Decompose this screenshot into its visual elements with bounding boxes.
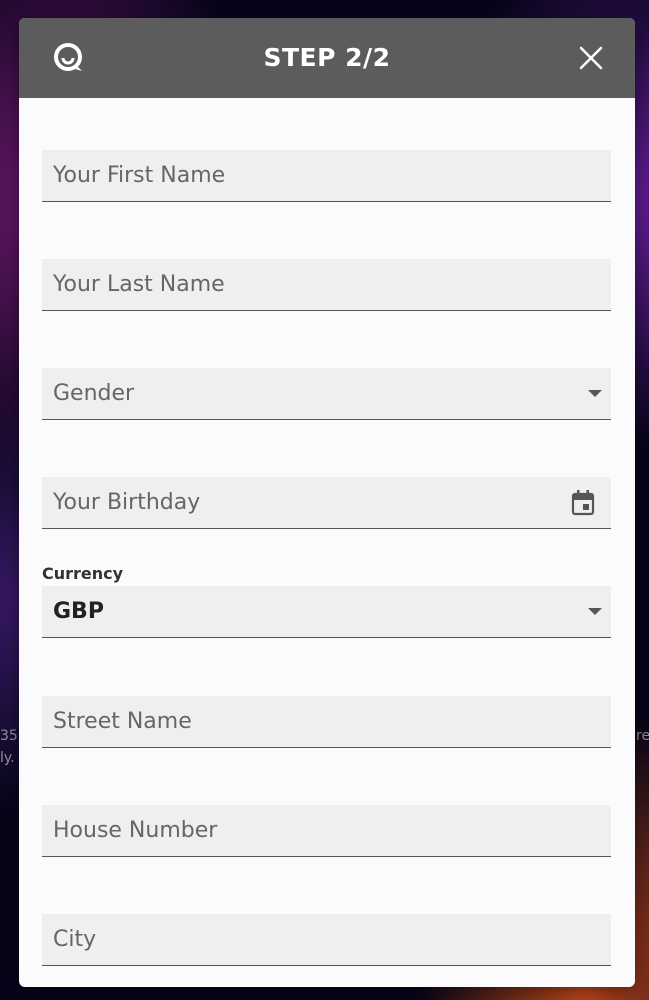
currency-label: Currency: [42, 564, 124, 583]
calendar-icon[interactable]: [571, 490, 595, 516]
chevron-down-icon: [588, 608, 602, 615]
chevron-down-icon: [588, 390, 602, 397]
birthday-field[interactable]: Your Birthday: [42, 477, 611, 529]
first-name-field[interactable]: Your First Name: [42, 150, 611, 202]
registration-modal: STEP 2/2 Your First Name Your Last Name …: [19, 18, 635, 987]
house-number-field[interactable]: House Number: [42, 805, 611, 857]
currency-select[interactable]: GBP: [42, 586, 611, 638]
gender-select[interactable]: Gender: [42, 368, 611, 420]
street-name-placeholder: Street Name: [53, 709, 192, 734]
last-name-placeholder: Your Last Name: [53, 272, 225, 297]
currency-value: GBP: [53, 599, 104, 624]
first-name-placeholder: Your First Name: [53, 163, 226, 188]
street-name-field[interactable]: Street Name: [42, 696, 611, 748]
background-text-fragment: 35: [0, 728, 18, 744]
birthday-placeholder: Your Birthday: [53, 490, 201, 515]
gender-placeholder: Gender: [53, 381, 135, 406]
modal-header: STEP 2/2: [19, 18, 635, 98]
house-number-placeholder: House Number: [53, 818, 218, 843]
city-placeholder: City: [53, 927, 97, 952]
background-text-fragment: ly.: [0, 750, 15, 766]
close-icon[interactable]: [575, 42, 607, 74]
chat-support-icon[interactable]: [51, 40, 87, 76]
city-field[interactable]: City: [42, 914, 611, 966]
background-text-fragment: re: [636, 728, 649, 744]
step-title: STEP 2/2: [263, 43, 391, 72]
last-name-field[interactable]: Your Last Name: [42, 259, 611, 311]
